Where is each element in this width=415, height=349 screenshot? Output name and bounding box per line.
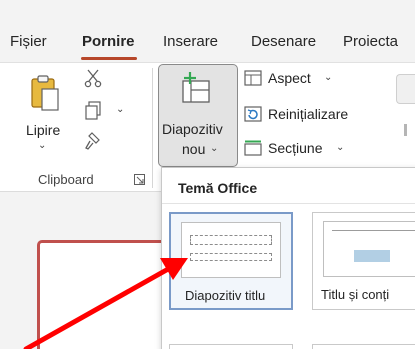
copy-icon[interactable] [84, 100, 102, 120]
dialog-launcher-icon[interactable] [134, 174, 145, 185]
subtitle-placeholder [190, 253, 272, 261]
theme-title: Temă Office [178, 180, 258, 196]
ribbon-tab-bar: Fișier Pornire Inserare Desenare Proiect… [0, 0, 415, 62]
section-icon [244, 140, 262, 156]
new-slide-icon [182, 72, 210, 103]
layout-section-header[interactable] [169, 344, 293, 349]
layout-thumbnail [181, 222, 281, 278]
title-placeholder [190, 235, 272, 245]
new-slide-chevron-icon: ⌄ [210, 143, 219, 154]
next-group-icon [404, 124, 407, 136]
section-chevron-icon: ⌄ [336, 142, 345, 153]
paste-button[interactable]: Lipire ⌄ [20, 66, 74, 156]
paste-icon [31, 75, 59, 111]
layout-two-content[interactable] [312, 344, 415, 349]
dropdown-header: Temă Office [162, 168, 415, 204]
new-slide-button[interactable]: Diapozitiv nou ⌄ [158, 64, 238, 167]
tab-insert[interactable]: Inserare [163, 33, 218, 50]
layout-thumbnail [323, 221, 415, 277]
section-button[interactable]: Secțiune ⌄ [244, 138, 374, 160]
layout-chevron-icon: ⌄ [324, 72, 333, 83]
content-icons [354, 250, 390, 262]
format-painter-icon[interactable] [83, 131, 103, 151]
new-slide-label-line1: Diapozitiv [162, 121, 223, 137]
slide-thumbnail[interactable] [37, 240, 177, 349]
layout-title-content[interactable]: Titlu și conți [312, 212, 415, 310]
new-slide-label-line2: nou [182, 141, 206, 157]
layout-caption: Diapozitiv titlu [185, 288, 266, 303]
layout-label: Aspect [268, 70, 311, 86]
layout-button[interactable]: Aspect ⌄ [244, 68, 364, 90]
title-line [332, 230, 415, 231]
next-group-button[interactable] [396, 74, 415, 104]
tab-home[interactable]: Pornire [82, 33, 135, 50]
active-tab-indicator [81, 57, 137, 60]
group-separator [152, 68, 153, 188]
paste-label: Lipire [26, 122, 61, 138]
section-label: Secțiune [268, 140, 323, 156]
paste-chevron-icon: ⌄ [38, 140, 47, 151]
tab-file[interactable]: Fișier [10, 33, 47, 50]
clipboard-group-label: Clipboard [38, 172, 94, 187]
layout-title-slide[interactable]: Diapozitiv titlu [169, 212, 293, 310]
reset-label: Reinițializare [268, 106, 349, 122]
cut-icon[interactable] [84, 68, 102, 88]
reset-button[interactable]: Reinițializare [244, 104, 374, 126]
new-slide-dropdown: Temă Office Diapozitiv titlu Titlu și co… [161, 167, 415, 349]
copy-chevron-icon[interactable]: ⌄ [116, 104, 124, 115]
layout-caption: Titlu și conți [321, 287, 390, 302]
tab-design[interactable]: Proiecta [343, 33, 398, 50]
reset-icon [244, 106, 262, 122]
tab-draw[interactable]: Desenare [251, 33, 316, 50]
layout-icon [244, 70, 262, 86]
